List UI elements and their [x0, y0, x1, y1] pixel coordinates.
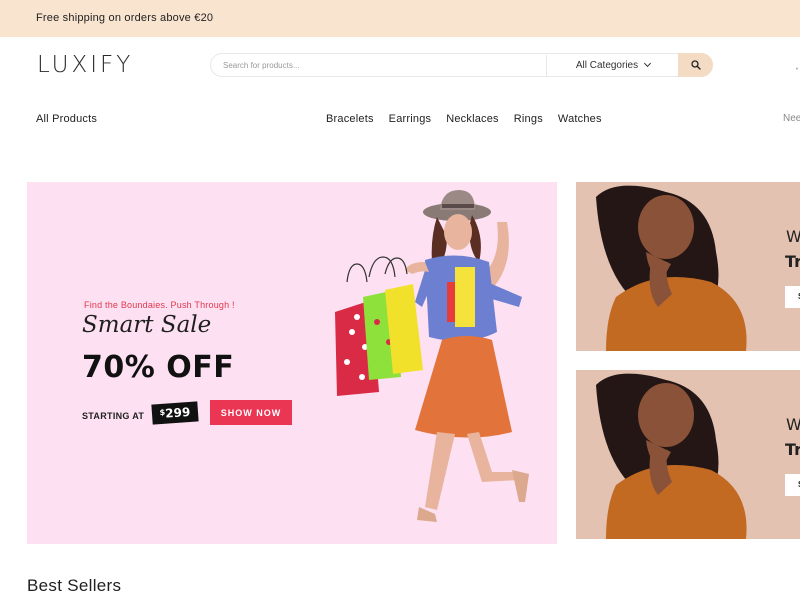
nav-item-earrings[interactable]: Earrings	[389, 113, 432, 125]
best-sellers-heading: Best Sellers	[27, 576, 122, 595]
nav-all-products[interactable]: All Products	[36, 113, 97, 125]
promo-bar: Free shipping on orders above €20	[0, 0, 800, 37]
search-input[interactable]	[223, 54, 543, 76]
chevron-down-icon	[644, 59, 652, 68]
nav-item-bracelets[interactable]: Bracelets	[326, 113, 374, 125]
category-nav: Bracelets Earrings Necklaces Rings Watch…	[326, 113, 602, 125]
hero-title: Smart Sale	[82, 312, 212, 338]
side-banner-2[interactable]: W Tr S	[576, 370, 800, 539]
search-bar: All Categories	[210, 53, 713, 77]
side-banner-1[interactable]: W Tr S	[576, 182, 800, 351]
nav-help-text[interactable]: Need	[783, 113, 800, 124]
side-banner-model-image	[576, 370, 800, 539]
category-select[interactable]: All Categories	[547, 54, 679, 76]
user-icon[interactable]: ‘	[796, 66, 798, 76]
hero-banner[interactable]: Find the Boundaies. Push Through ! Smart…	[27, 182, 557, 544]
search-button[interactable]	[678, 53, 713, 77]
price-value: 299	[164, 404, 191, 421]
side-banner-subheading: Tr	[785, 440, 800, 459]
site-logo[interactable]: LUXIFY	[37, 52, 133, 78]
side-banner-model-image	[576, 182, 800, 351]
side-banner-button[interactable]: S	[785, 474, 800, 496]
promo-text: Free shipping on orders above €20	[36, 12, 214, 24]
nav-item-necklaces[interactable]: Necklaces	[446, 113, 499, 125]
search-icon	[690, 60, 701, 70]
hero-discount: 70% OFF	[82, 350, 235, 385]
nav-item-watches[interactable]: Watches	[558, 113, 602, 125]
nav-item-rings[interactable]: Rings	[514, 113, 543, 125]
side-banner-heading: W	[786, 415, 800, 434]
category-select-label: All Categories	[575, 59, 639, 71]
side-banner-subheading: Tr	[785, 252, 800, 271]
side-banner-heading: W	[786, 227, 800, 246]
side-banner-button[interactable]: S	[785, 286, 800, 308]
starting-at-label: STARTING AT	[82, 411, 145, 421]
hero-kicker: Find the Boundaies. Push Through !	[84, 300, 235, 310]
show-now-button[interactable]: SHOW NOW	[210, 400, 292, 425]
price-tag: $299	[151, 401, 199, 425]
hero-model-image	[335, 190, 529, 522]
